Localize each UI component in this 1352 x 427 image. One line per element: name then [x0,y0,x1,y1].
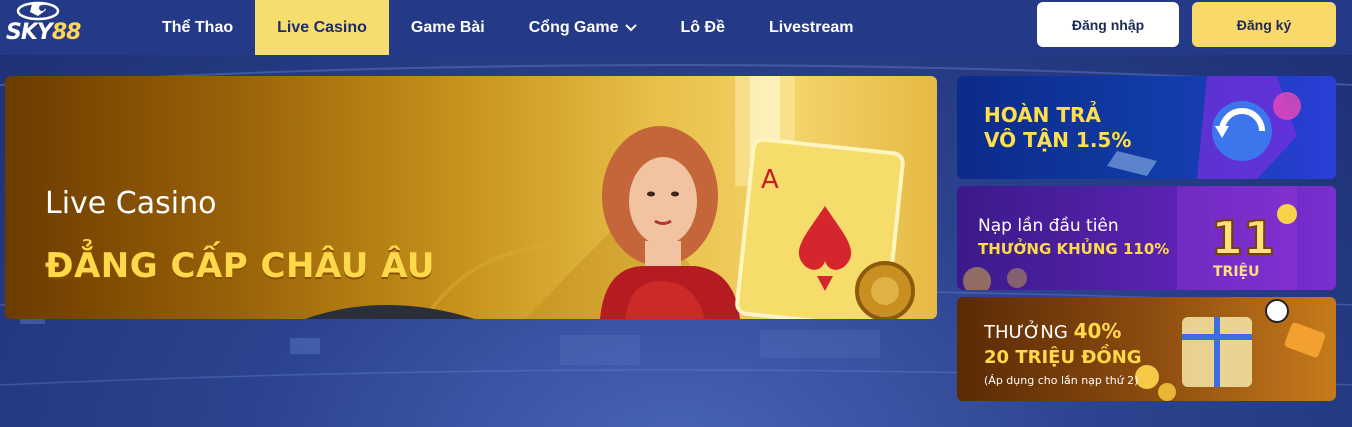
promo-first-deposit-line1: Nạp lần đầu tiên [978,216,1119,236]
svg-text:TRIỆU: TRIỆU [1213,262,1259,280]
logo-text: SKY88 [6,20,81,45]
nav-card-games[interactable]: Game Bài [389,0,507,55]
promo-cashback[interactable]: HOÀN TRẢ VÔ TẬN 1.5% [957,76,1336,179]
promo-second-deposit-line1: THƯỞNG 40% [984,319,1122,343]
chevron-down-icon [624,23,637,32]
banner-headline: ĐẲNG CẤP CHÂU ÂU [45,246,436,286]
svg-text:A: A [761,165,779,195]
nav-lottery[interactable]: Lô Đề [659,0,747,55]
promo-second-deposit-note: (Áp dụng cho lần nạp thứ 2) [984,374,1139,387]
nav-sports[interactable]: Thể Thao [140,0,255,55]
svg-text:11: 11 [1211,211,1275,265]
dealer-figure [600,126,740,319]
promo-second-deposit[interactable]: THƯỞNG 40% 20 TRIỆU ĐỒNG (Áp dụng cho lầ… [957,297,1336,401]
sky88-logo[interactable]: SKY88 [2,0,82,52]
promo-second-deposit-line2: 20 TRIỆU ĐỒNG [984,347,1142,368]
promo-cashback-line1: HOÀN TRẢ [984,103,1101,127]
first-deposit-illustration: 11 TRIỆU [963,186,1297,290]
promo-cashback-line2: VÔ TẬN 1.5% [984,128,1132,152]
banner-title: Live Casino [45,186,217,221]
register-button[interactable]: Đăng ký [1192,2,1336,47]
live-casino-banner[interactable]: A Live Casino ĐẲNG CẤP CHÂU ÂU [5,76,937,319]
login-button[interactable]: Đăng nhập [1037,2,1179,47]
promo-first-deposit[interactable]: 11 TRIỆU Nạp lần đầu tiên THƯỞNG KHỦNG 1… [957,186,1336,290]
nav-livestream[interactable]: Livestream [747,0,876,55]
nav-game-portal[interactable]: Cổng Game [507,0,659,55]
main-nav: Thể Thao Live Casino Game Bài Cổng Game … [140,0,875,55]
nav-live-casino[interactable]: Live Casino [255,0,389,55]
top-navbar: SKY88 Thể Thao Live Casino Game Bài Cổng… [0,0,1352,55]
promo-first-deposit-line2: THƯỞNG KHỦNG 110% [978,240,1170,258]
